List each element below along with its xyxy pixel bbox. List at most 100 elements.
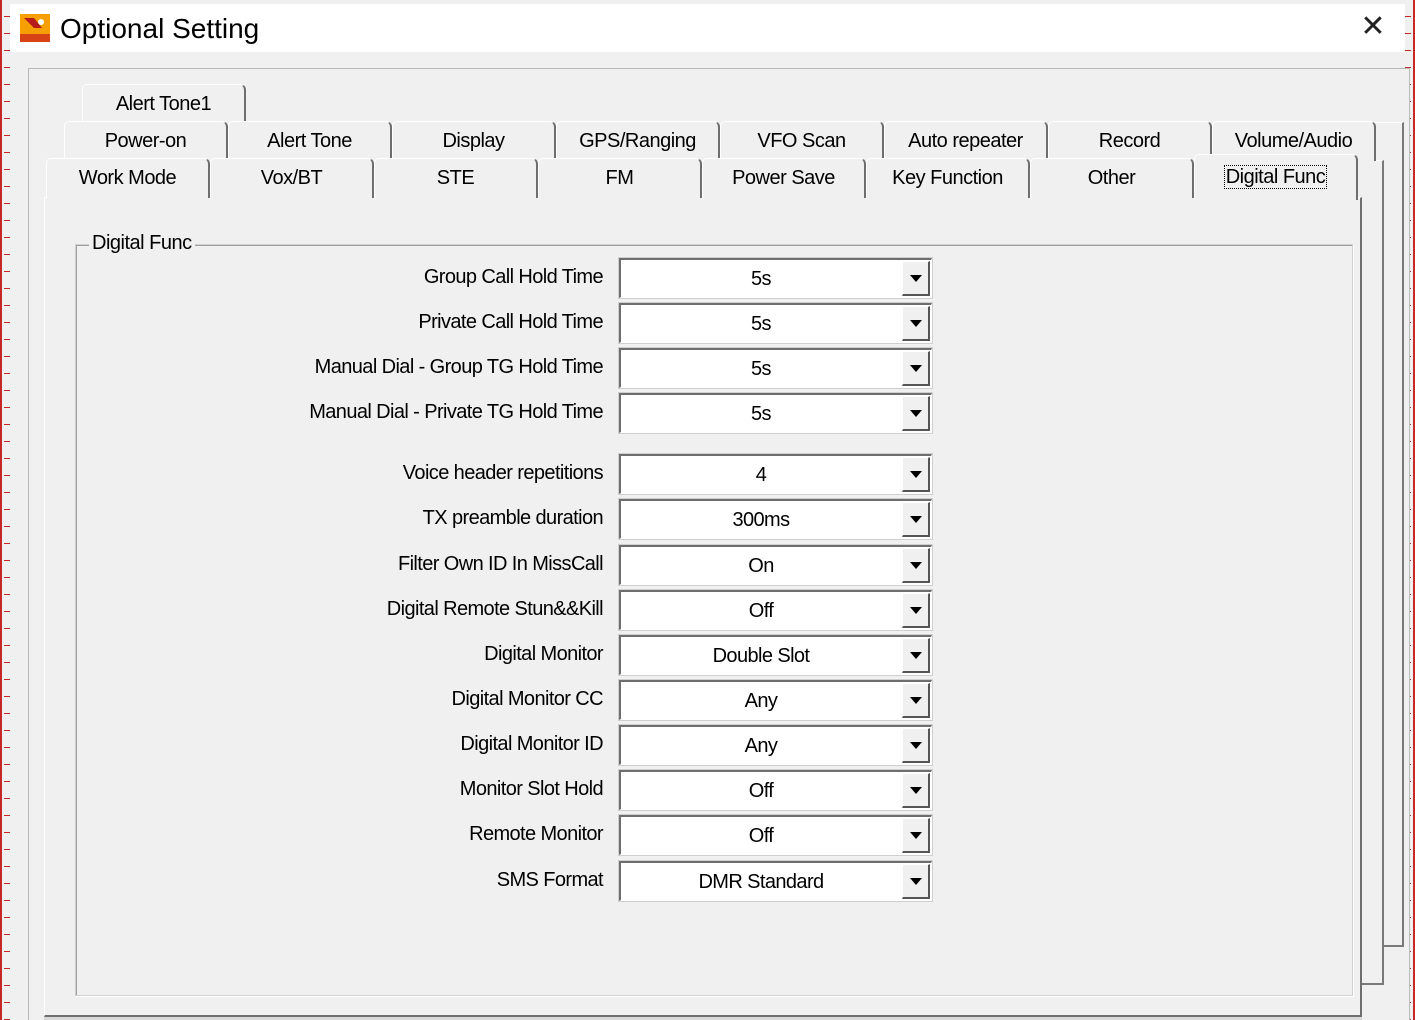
tab-label: GPS/Ranging bbox=[579, 130, 696, 152]
field-row-sms-format: SMS Format DMR Standard bbox=[45, 859, 1363, 903]
field-row-digital-monitor-cc: Digital Monitor CC Any bbox=[45, 678, 1363, 722]
field-label: Manual Dial - Group TG Hold Time bbox=[314, 356, 604, 378]
sms-format-dropdown[interactable]: DMR Standard bbox=[618, 860, 933, 902]
chevron-down-icon bbox=[910, 562, 922, 569]
dropdown-button[interactable] bbox=[902, 638, 930, 673]
tab-label: Alert Tone bbox=[267, 130, 352, 152]
tab-power-save[interactable]: Power Save bbox=[702, 158, 866, 198]
manual-dial-group-tg-hold-time-dropdown[interactable]: 5s bbox=[618, 347, 933, 389]
dropdown-button[interactable] bbox=[902, 457, 930, 492]
tab-label: Vox/BT bbox=[260, 167, 323, 189]
field-label: SMS Format bbox=[496, 869, 604, 891]
tab-label: Alert Tone1 bbox=[115, 93, 212, 115]
optional-setting-window: Optional Setting ✕ Alert Tone1 Power-on A… bbox=[0, 0, 1415, 1020]
chevron-down-icon bbox=[910, 787, 922, 794]
tab-work-mode[interactable]: Work Mode bbox=[46, 158, 210, 198]
tab-other[interactable]: Other bbox=[1030, 158, 1194, 198]
chevron-down-icon bbox=[910, 320, 922, 327]
dropdown-button[interactable] bbox=[902, 548, 930, 583]
dropdown-button[interactable] bbox=[902, 261, 930, 296]
monitor-slot-hold-dropdown[interactable]: Off bbox=[618, 769, 933, 811]
tab-label: Other bbox=[1087, 167, 1136, 189]
tab-label: VFO Scan bbox=[757, 130, 846, 152]
field-label: Digital Remote Stun&&Kill bbox=[386, 598, 604, 620]
field-row-remote-monitor: Remote Monitor Off bbox=[45, 813, 1363, 857]
private-call-hold-time-dropdown[interactable]: 5s bbox=[618, 302, 933, 344]
tab-record[interactable]: Record bbox=[1048, 121, 1212, 161]
tab-gps-ranging[interactable]: GPS/Ranging bbox=[556, 121, 720, 161]
title-bar[interactable]: Optional Setting ✕ bbox=[10, 4, 1405, 52]
field-label: Monitor Slot Hold bbox=[459, 778, 604, 800]
dropdown-button[interactable] bbox=[902, 351, 930, 386]
tab-label: Auto repeater bbox=[908, 130, 1023, 152]
field-row-monitor-slot-hold: Monitor Slot Hold Off bbox=[45, 768, 1363, 812]
dropdown-value: 4 bbox=[755, 464, 767, 486]
field-row-digital-monitor-id: Digital Monitor ID Any bbox=[45, 723, 1363, 767]
group-call-hold-time-dropdown[interactable]: 5s bbox=[618, 257, 933, 299]
tab-label: Power Save bbox=[732, 167, 835, 189]
field-row-digital-monitor: Digital Monitor Double Slot bbox=[45, 633, 1363, 677]
field-row-digital-remote-stun-kill: Digital Remote Stun&&Kill Off bbox=[45, 588, 1363, 632]
digital-monitor-dropdown[interactable]: Double Slot bbox=[618, 634, 933, 676]
voice-header-repetitions-dropdown[interactable]: 4 bbox=[618, 453, 933, 495]
tab-power-on[interactable]: Power-on bbox=[64, 121, 228, 161]
chevron-down-icon bbox=[910, 410, 922, 417]
field-label: Voice header repetitions bbox=[402, 462, 604, 484]
field-row-tx-preamble-duration: TX preamble duration 300ms bbox=[45, 497, 1363, 541]
tx-preamble-duration-dropdown[interactable]: 300ms bbox=[618, 498, 933, 540]
dropdown-button[interactable] bbox=[902, 502, 930, 537]
chevron-down-icon bbox=[910, 697, 922, 704]
tab-alert-tone[interactable]: Alert Tone bbox=[228, 121, 392, 161]
dropdown-value: Off bbox=[748, 825, 774, 847]
dropdown-value: Off bbox=[748, 780, 774, 802]
filter-own-id-in-misscall-dropdown[interactable]: On bbox=[618, 544, 933, 586]
tab-label: Work Mode bbox=[78, 167, 177, 189]
window-title: Optional Setting bbox=[60, 13, 260, 44]
tab-label: Key Function bbox=[892, 167, 1003, 189]
tab-label: Display bbox=[442, 130, 505, 152]
digital-monitor-id-dropdown[interactable]: Any bbox=[618, 724, 933, 766]
dropdown-value: DMR Standard bbox=[698, 871, 824, 893]
tab-fm[interactable]: FM bbox=[538, 158, 702, 198]
field-label: Filter Own ID In MissCall bbox=[397, 553, 604, 575]
groupbox-title: Digital Func bbox=[89, 232, 195, 255]
field-row-voice-header-repetitions: Voice header repetitions 4 bbox=[45, 452, 1363, 496]
chevron-down-icon bbox=[910, 275, 922, 282]
digital-func-panel: Digital Func Group Call Hold Time 5s Priva… bbox=[44, 197, 1362, 1017]
tab-ste[interactable]: STE bbox=[374, 158, 538, 198]
tab-key-function[interactable]: Key Function bbox=[866, 158, 1030, 198]
chevron-down-icon bbox=[910, 742, 922, 749]
chevron-down-icon bbox=[910, 607, 922, 614]
chevron-down-icon bbox=[910, 878, 922, 885]
close-icon[interactable]: ✕ bbox=[1355, 10, 1391, 46]
field-row-filter-own-id-in-misscall: Filter Own ID In MissCall On bbox=[45, 543, 1363, 587]
dropdown-button[interactable] bbox=[902, 773, 930, 808]
tab-digital-func[interactable]: Digital Func bbox=[1194, 154, 1358, 200]
tab-auto-repeater[interactable]: Auto repeater bbox=[884, 121, 1048, 161]
tab-vox-bt[interactable]: Vox/BT bbox=[210, 158, 374, 198]
field-row-group-call-hold-time: Group Call Hold Time 5s bbox=[45, 256, 1363, 300]
field-row-manual-dial-group-tg-hold-time: Manual Dial - Group TG Hold Time 5s bbox=[45, 346, 1363, 390]
dropdown-button[interactable] bbox=[902, 396, 930, 431]
tab-label: Power-on bbox=[104, 130, 187, 152]
field-row-manual-dial-private-tg-hold-time: Manual Dial - Private TG Hold Time 5s bbox=[45, 391, 1363, 435]
dropdown-value: On bbox=[748, 555, 774, 577]
dropdown-button[interactable] bbox=[902, 864, 930, 899]
tab-display[interactable]: Display bbox=[392, 121, 556, 161]
tab-vfo-scan[interactable]: VFO Scan bbox=[720, 121, 884, 161]
dropdown-button[interactable] bbox=[902, 593, 930, 628]
digital-remote-stun-kill-dropdown[interactable]: Off bbox=[618, 589, 933, 631]
digital-monitor-cc-dropdown[interactable]: Any bbox=[618, 679, 933, 721]
dropdown-button[interactable] bbox=[902, 683, 930, 718]
dropdown-value: 300ms bbox=[732, 509, 790, 531]
dropdown-button[interactable] bbox=[902, 818, 930, 853]
remote-monitor-dropdown[interactable]: Off bbox=[618, 814, 933, 856]
dropdown-button[interactable] bbox=[902, 728, 930, 763]
app-logo-icon bbox=[20, 14, 50, 42]
manual-dial-private-tg-hold-time-dropdown[interactable]: 5s bbox=[618, 392, 933, 434]
dropdown-value: 5s bbox=[751, 358, 772, 380]
dropdown-value: 5s bbox=[751, 313, 772, 335]
dropdown-button[interactable] bbox=[902, 306, 930, 341]
tab-alert-tone1[interactable]: Alert Tone1 bbox=[82, 84, 246, 124]
chevron-down-icon bbox=[910, 652, 922, 659]
